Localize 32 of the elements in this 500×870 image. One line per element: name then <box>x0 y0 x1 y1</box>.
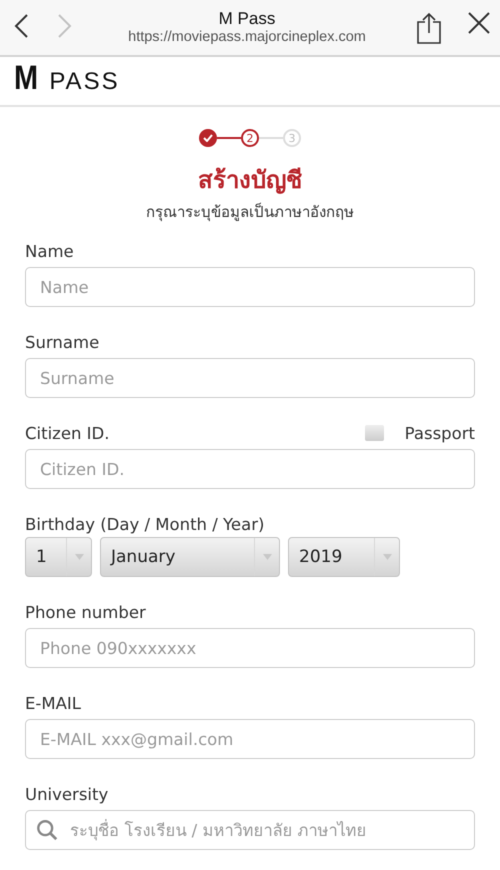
caret-icon <box>382 554 392 560</box>
step-number: 3 <box>283 129 301 147</box>
input-field[interactable]: Phone 090xxxxxxx <box>25 628 475 668</box>
search-field[interactable]: ระบุชื่อ โรงเรียน / มหาวิทยาลัย ภาษาไทย <box>25 810 475 850</box>
caret-icon <box>262 554 272 560</box>
input-field[interactable]: E-MAIL xxx@gmail.com <box>25 719 475 759</box>
input-field[interactable]: Name <box>25 267 475 307</box>
field-label: Citizen ID. <box>25 424 110 442</box>
field-label: Phone number <box>25 602 146 622</box>
share-icon[interactable] <box>416 12 442 44</box>
caret-icon <box>74 554 84 560</box>
dropdown[interactable]: 2019 <box>288 537 400 577</box>
field-label: Surname <box>25 332 100 352</box>
page-url: https://moviepass.majorcineplex.com <box>127 29 367 46</box>
page-heading: สร้างบัญชี <box>197 165 303 196</box>
dropdown[interactable]: January <box>100 537 280 577</box>
step-number: 2 <box>241 129 259 147</box>
logo-text: PASS <box>49 68 120 96</box>
page-title: M Pass <box>218 8 276 29</box>
checkbox-label: Passport <box>404 424 475 442</box>
instruction-text: กรุณาระบุข้อมูลเป็นภาษาอังกฤษ <box>145 202 355 223</box>
dropdown[interactable]: 1 <box>25 537 92 577</box>
checkbox[interactable] <box>364 425 384 441</box>
field-label: Birthday (Day / Month / Year) <box>25 514 264 534</box>
field-label: E-MAIL <box>25 694 81 712</box>
search-icon <box>36 818 58 842</box>
input-field[interactable]: Surname <box>25 358 475 398</box>
close-icon[interactable] <box>468 12 490 34</box>
input-field[interactable]: Citizen ID. <box>25 449 475 489</box>
field-label: University <box>25 784 108 804</box>
field-label: Name <box>25 242 74 260</box>
logo-mark: M <box>14 59 38 98</box>
